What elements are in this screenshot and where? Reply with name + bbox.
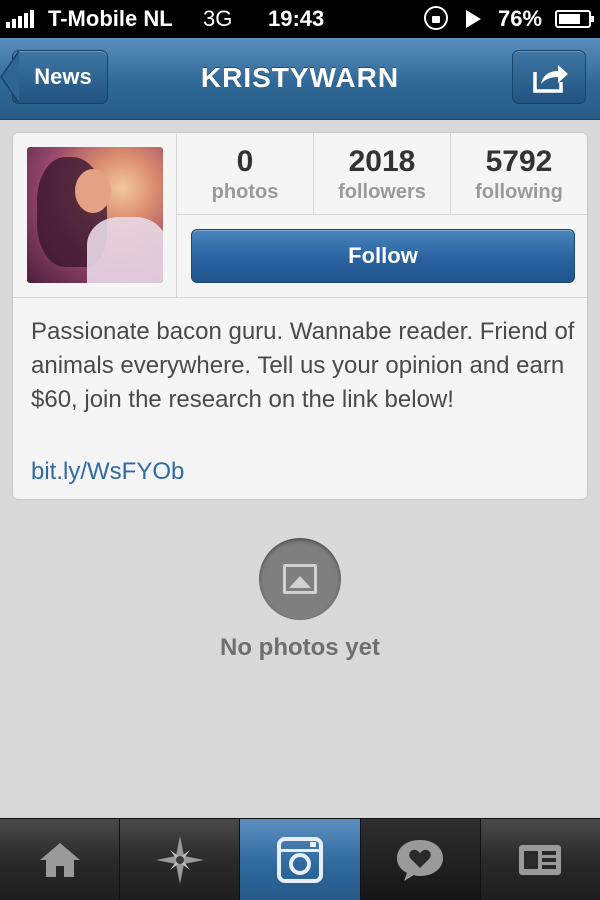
clock: 19:43 [268, 6, 325, 31]
home-icon [39, 842, 80, 877]
stat-value: 5792 [485, 145, 553, 178]
tab-home[interactable] [0, 819, 121, 900]
back-button-label: News [34, 64, 92, 89]
photo-placeholder-icon [259, 538, 341, 620]
tab-activity[interactable] [360, 819, 481, 900]
profile-card: 0 photos 2018 followers 5792 following F… [12, 132, 588, 500]
share-button[interactable] [512, 50, 586, 104]
stat-photos[interactable]: 0 photos [177, 133, 314, 214]
profile-bio: Passionate bacon guru. Wannabe reader. F… [31, 318, 575, 413]
stat-value: 0 [236, 145, 254, 178]
navigation-bar: News KRISTYWARN [0, 38, 600, 120]
tab-camera[interactable] [240, 819, 361, 900]
explore-icon [155, 835, 204, 884]
stat-label: following [475, 181, 563, 203]
signal-icon [6, 10, 34, 28]
profile-link[interactable]: bit.ly/WsFYOb [31, 455, 184, 489]
battery-percent: 76% [498, 6, 543, 31]
page-title: KRISTYWARN [200, 62, 400, 93]
rotation-lock-icon [424, 6, 448, 30]
stat-followers[interactable]: 2018 followers [314, 133, 451, 214]
stat-following[interactable]: 5792 following [451, 133, 587, 214]
empty-state-text: No photos yet [220, 634, 380, 661]
network-type: 3G [203, 6, 233, 31]
avatar[interactable] [27, 147, 163, 283]
tab-profile[interactable] [481, 819, 600, 900]
stat-label: photos [211, 181, 279, 203]
divider [13, 297, 587, 298]
tab-bar [0, 818, 600, 900]
carrier-name: T-Mobile NL [48, 6, 173, 31]
activity-icon [397, 839, 444, 881]
camera-icon [277, 836, 323, 883]
battery-icon [555, 10, 594, 28]
profile-stats: 0 photos 2018 followers 5792 following [177, 133, 587, 215]
status-bar: T-Mobile NL 3G 19:43 76% [0, 0, 600, 38]
back-arrow-icon [0, 50, 19, 104]
profile-icon [519, 844, 562, 875]
back-button[interactable]: News [0, 50, 108, 104]
stat-label: followers [338, 181, 426, 203]
stat-value: 2018 [348, 145, 416, 178]
tab-explore[interactable] [120, 819, 241, 900]
play-icon [466, 10, 481, 28]
avatar-cell [13, 133, 177, 297]
share-icon [533, 65, 568, 93]
follow-button[interactable]: Follow [191, 229, 575, 283]
